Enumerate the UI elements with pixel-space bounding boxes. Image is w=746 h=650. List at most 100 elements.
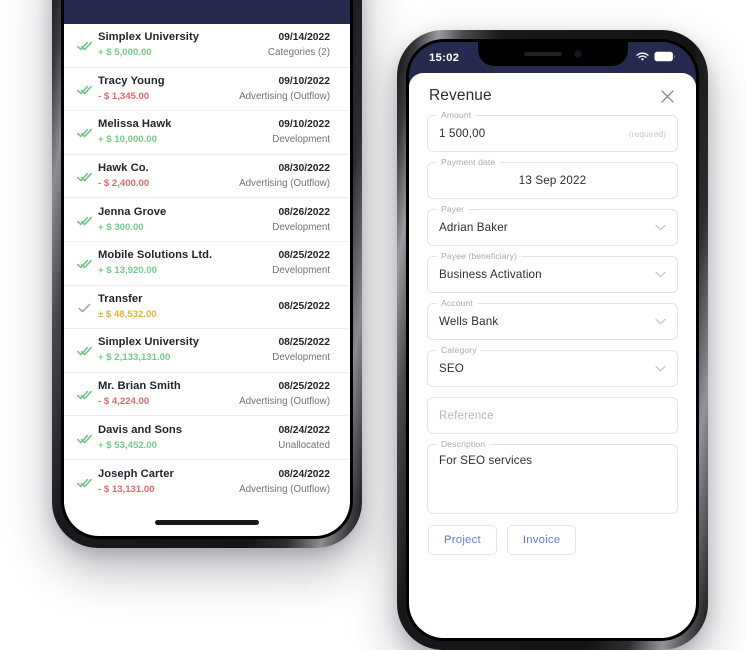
transaction-name: Simplex University	[98, 31, 200, 44]
transaction-meta: 09/14/2022 Categories (2)	[268, 30, 330, 60]
transaction-row[interactable]: Melissa Hawk + $ 10,000.00 09/10/2022 Devel…	[64, 111, 350, 155]
transaction-name: Simplex University	[98, 336, 200, 349]
transaction-row[interactable]: Hawk Co. - $ 2,400.00 08/30/2022 Advertisin…	[64, 155, 350, 199]
transaction-row[interactable]: Transfer ± $ 48,532.00 08/25/2022	[64, 286, 350, 330]
transaction-date: 08/30/2022	[278, 163, 330, 175]
sheet-header: Revenue	[427, 73, 678, 115]
transaction-row[interactable]: Mobile Solutions Ltd. + $ 13,920.00 08/25/…	[64, 242, 350, 286]
field-value: 1 500,00	[439, 127, 486, 140]
transaction-body: Transfer ± $ 48,532.00 08/25/2022	[98, 292, 330, 322]
invoice-button[interactable]: Invoice	[506, 525, 577, 555]
revenue-form-phone: 15:02 Revenue Amount 1 500,00 (required)…	[397, 30, 708, 650]
transaction-date: 09/10/2022	[278, 119, 330, 131]
form-field-description[interactable]: Description For SEO services	[427, 439, 678, 514]
transaction-amount: + $ 53,452.00	[98, 439, 157, 451]
transaction-amount: - $ 2,400.00	[98, 178, 150, 190]
check-double-icon	[77, 389, 93, 401]
transaction-meta: 09/10/2022 Advertising (Outflow)	[239, 74, 330, 104]
transaction-row[interactable]: Davis and Sons + $ 53,452.00 08/24/2022 Una…	[64, 416, 350, 460]
form-field-payment-date[interactable]: Payment date 13 Sep 2022	[427, 157, 678, 199]
transaction-row[interactable]: Simplex University + $ 2,133,131.00 08/25/…	[64, 329, 350, 373]
field-hint: (required)	[628, 128, 666, 139]
transaction-row[interactable]: Tracy Young - $ 1,345.00 09/10/2022 Adverti…	[64, 68, 350, 112]
transaction-status-icon	[72, 300, 98, 314]
transaction-body: Melissa Hawk + $ 10,000.00 09/10/2022 Devel…	[98, 117, 330, 147]
form-field-payer[interactable]: Payer Adrian Baker	[427, 204, 678, 246]
transaction-body: Hawk Co. - $ 2,400.00 08/30/2022 Advertisin…	[98, 161, 330, 191]
transaction-row[interactable]: Joseph Carter - $ 13,131.00 08/24/2022 Adve…	[64, 460, 350, 504]
field-label: Payee (beneficiary)	[437, 251, 521, 262]
phone-screen-left: Simplex University + $ 5,000.00 09/14/2022…	[64, 0, 350, 536]
transaction-category: Advertising (Outflow)	[239, 396, 330, 408]
transaction-status-icon	[72, 256, 98, 270]
transaction-meta: 08/25/2022 Development	[272, 335, 330, 365]
check-double-icon	[77, 127, 93, 139]
transaction-body: Mobile Solutions Ltd. + $ 13,920.00 08/25/…	[98, 248, 330, 278]
form-field-category[interactable]: Category SEO	[427, 345, 678, 387]
transaction-body: Simplex University + $ 2,133,131.00 08/25/…	[98, 335, 330, 365]
notch	[477, 42, 628, 66]
transaction-name: Transfer	[98, 292, 143, 305]
transaction-name: Tracy Young	[98, 74, 165, 87]
transaction-category: Development	[272, 352, 330, 364]
transaction-status-icon	[72, 82, 98, 96]
transaction-amount: - $ 13,131.00	[98, 483, 155, 495]
home-indicator	[155, 520, 259, 525]
transaction-status-icon	[72, 125, 98, 139]
field-value: SEO	[439, 362, 464, 375]
field-value: Adrian Baker	[439, 221, 508, 234]
transaction-amount: + $ 5,000.00	[98, 47, 152, 59]
transaction-main: Hawk Co. - $ 2,400.00	[98, 161, 149, 191]
transactions-list-phone: Simplex University + $ 5,000.00 09/14/2022…	[52, 0, 362, 548]
transactions-list[interactable]: Simplex University + $ 5,000.00 09/14/2022…	[64, 24, 350, 504]
field-label: Payment date	[437, 157, 500, 168]
form-field-account[interactable]: Account Wells Bank	[427, 298, 678, 340]
transaction-category: Advertising (Outflow)	[239, 90, 330, 102]
transaction-amount: ± $ 48,532.00	[98, 308, 157, 320]
field-value: Business Activation	[439, 268, 542, 281]
transaction-category: Development	[272, 265, 330, 277]
check-single-icon	[78, 302, 92, 314]
transaction-body: Simplex University + $ 5,000.00 09/14/2022…	[98, 30, 330, 60]
transaction-name: Melissa Hawk	[98, 118, 172, 131]
transaction-body: Mr. Brian Smith - $ 4,224.00 08/25/2022 Adv…	[98, 379, 330, 409]
transaction-meta: 08/25/2022 Development	[272, 248, 330, 278]
transaction-row[interactable]: Mr. Brian Smith - $ 4,224.00 08/25/2022 Adv…	[64, 373, 350, 417]
transaction-main: Simplex University + $ 5,000.00	[98, 30, 199, 60]
transaction-amount: + $ 2,133,131.00	[98, 352, 171, 364]
chevron-down-icon[interactable]	[655, 271, 666, 278]
transaction-row[interactable]: Jenna Grove + $ 300.00 08/26/2022 Developme…	[64, 198, 350, 242]
app-topbar	[64, 0, 350, 24]
transaction-date: 08/25/2022	[278, 250, 330, 262]
chevron-down-icon[interactable]	[655, 318, 666, 325]
field-value: For SEO services	[439, 454, 533, 467]
transaction-row[interactable]: Simplex University + $ 5,000.00 09/14/2022…	[64, 24, 350, 68]
transaction-main: Jenna Grove + $ 300.00	[98, 205, 166, 235]
transaction-main: Davis and Sons + $ 53,452.00	[98, 423, 182, 453]
transaction-category: Categories (2)	[267, 47, 330, 59]
chevron-down-icon[interactable]	[655, 224, 666, 231]
transaction-amount: - $ 1,345.00	[98, 90, 150, 102]
phone-screen-right: 15:02 Revenue Amount 1 500,00 (required)…	[409, 42, 696, 638]
battery-icon	[654, 49, 676, 67]
transaction-meta: 08/30/2022 Advertising (Outflow)	[239, 161, 330, 191]
transaction-category: Development	[272, 221, 330, 233]
form-field-reference[interactable]: Reference	[427, 397, 678, 434]
phone-bezel-left: Simplex University + $ 5,000.00 09/14/2022…	[61, 0, 353, 539]
form-field-amount[interactable]: Amount 1 500,00 (required)	[427, 110, 678, 152]
transaction-date: 08/25/2022	[278, 381, 330, 393]
transaction-body: Davis and Sons + $ 53,452.00 08/24/2022 Una…	[98, 423, 330, 453]
form-field-payee-beneficiary[interactable]: Payee (beneficiary) Business Activation	[427, 251, 678, 293]
field-label: Description	[437, 439, 490, 450]
transaction-category: Development	[272, 134, 330, 146]
transaction-status-icon	[72, 38, 98, 52]
transaction-main: Joseph Carter - $ 13,131.00	[98, 467, 174, 497]
project-button[interactable]: Project	[428, 525, 497, 555]
close-icon[interactable]	[658, 87, 676, 105]
transaction-date: 08/25/2022	[278, 300, 330, 312]
transaction-category: Advertising (Outflow)	[239, 178, 330, 190]
transaction-name: Mr. Brian Smith	[98, 380, 181, 393]
chevron-down-icon[interactable]	[655, 365, 666, 372]
phone-bezel-right: 15:02 Revenue Amount 1 500,00 (required)…	[406, 39, 699, 641]
speaker-grille-icon	[523, 52, 562, 56]
